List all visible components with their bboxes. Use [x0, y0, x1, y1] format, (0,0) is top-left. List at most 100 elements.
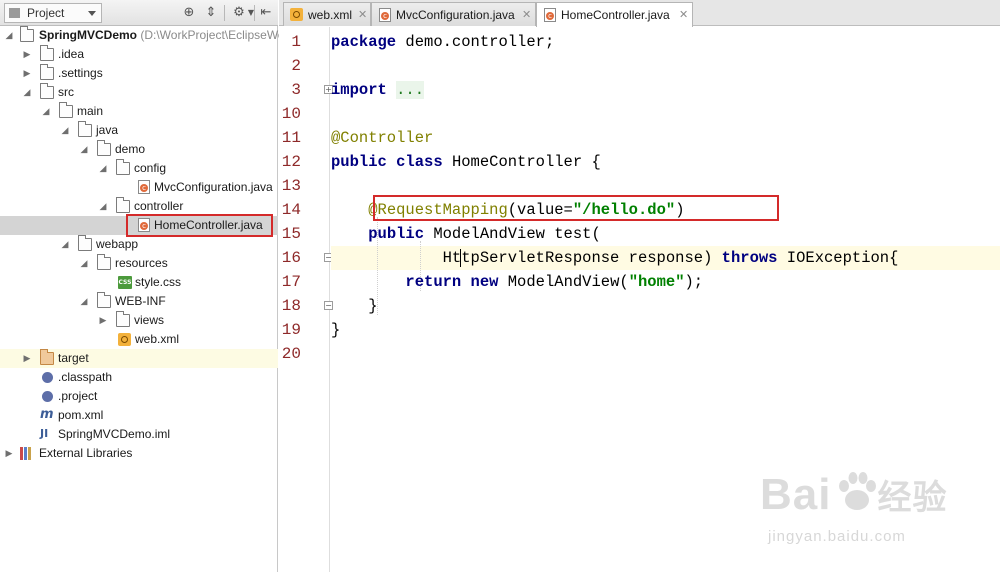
folder-icon [40, 45, 54, 61]
code-line-19: } [331, 321, 341, 339]
chevron-down-icon [88, 11, 96, 16]
tree-item-settings[interactable]: ▶ .settings [0, 64, 278, 83]
tree-item-label: SpringMVCDemo [39, 28, 138, 42]
expand-arrow-icon[interactable]: ◢ [3, 26, 15, 45]
collapse-arrow-icon[interactable]: ▶ [21, 45, 33, 64]
scroll-from-source-icon[interactable]: ⊕ [180, 4, 198, 22]
expand-arrow-icon[interactable]: ◢ [97, 197, 109, 216]
folded-imports[interactable]: ... [396, 81, 425, 99]
tab-homecontroller[interactable]: HomeController.java ✕ [536, 2, 693, 27]
tree-item-label: SpringMVCDemo.iml [58, 427, 171, 441]
tree-item-external-libraries[interactable]: ▶ External Libraries [0, 444, 278, 463]
line-number: 1 [291, 33, 301, 51]
expand-arrow-icon[interactable]: ◢ [78, 292, 90, 311]
expand-arrow-icon[interactable]: ◢ [78, 254, 90, 273]
tree-item-web-inf[interactable]: ◢ WEB-INF [0, 292, 278, 311]
folder-icon [78, 235, 92, 251]
tree-item-label: config [134, 161, 167, 175]
toolbar-divider [224, 5, 225, 21]
collapse-arrow-icon[interactable]: ▶ [21, 64, 33, 83]
tree-item-web-xml[interactable]: web.xml [0, 330, 278, 349]
tab-mvcconfiguration[interactable]: MvcConfiguration.java ✕ [371, 2, 536, 26]
line-number: 18 [281, 297, 301, 315]
java-class-icon [138, 180, 150, 194]
tree-item-style-css[interactable]: CSS style.css [0, 273, 278, 292]
tree-item-resources[interactable]: ◢ resources [0, 254, 278, 273]
expand-arrow-icon[interactable]: ◢ [21, 83, 33, 102]
line-number: 2 [291, 57, 301, 75]
library-icon [20, 447, 34, 460]
tree-item-label: demo [115, 142, 146, 156]
code-line-11: @Controller [331, 129, 434, 147]
tab-label: HomeController.java [561, 8, 670, 22]
tree-item-main[interactable]: ◢ main [0, 102, 278, 121]
package-icon [116, 197, 130, 213]
line-number: 16 [281, 249, 301, 267]
close-icon[interactable]: ✕ [679, 4, 688, 26]
css-file-icon: CSS [118, 276, 132, 289]
tree-item-iml[interactable]: JI SpringMVCDemo.iml [0, 425, 278, 444]
collapse-all-icon[interactable]: ⇕ [202, 4, 220, 22]
tree-item-label: pom.xml [58, 408, 104, 422]
watermark-url: jingyan.baidu.com [768, 528, 906, 545]
line-number: 19 [281, 321, 301, 339]
watermark-text-cn: 经验 [877, 479, 948, 517]
collapse-arrow-icon[interactable]: ▶ [97, 311, 109, 330]
line-number: 11 [281, 129, 301, 147]
hide-panel-icon[interactable]: ⇤ [257, 4, 275, 22]
code-line-12: public class HomeController { [331, 153, 601, 171]
tree-item-mvcconfiguration[interactable]: MvcConfiguration.java [0, 178, 278, 197]
intellij-module-icon: JI [40, 427, 49, 440]
project-toolbar: Project ⊕ ⇕ ⚙ ▼ ⇤ [0, 0, 278, 26]
tab-web-xml[interactable]: web.xml ✕ [283, 2, 371, 26]
close-icon[interactable]: ✕ [522, 4, 531, 26]
project-path-hint: (D:\WorkProject\EclipseWork [137, 28, 295, 42]
tree-item-src[interactable]: ◢ src [0, 83, 278, 102]
excluded-folder-icon [40, 349, 54, 365]
tree-item-project-root[interactable]: ◢ SpringMVCDemo (D:\WorkProject\EclipseW… [0, 26, 295, 45]
expand-arrow-icon[interactable]: ◢ [40, 102, 52, 121]
close-icon[interactable]: ✕ [358, 4, 367, 26]
java-class-icon [379, 8, 391, 22]
tree-item-pom-xml[interactable]: m pom.xml [0, 406, 278, 425]
expand-arrow-icon[interactable]: ◢ [78, 140, 90, 159]
baidu-paw-icon [839, 472, 876, 510]
tree-item-project-file[interactable]: .project [0, 387, 278, 406]
tree-item-config[interactable]: ◢ config [0, 159, 278, 178]
folder-icon [97, 254, 111, 270]
expand-arrow-icon[interactable]: ◢ [59, 235, 71, 254]
config-file-icon [42, 372, 53, 383]
tree-item-java[interactable]: ◢ java [0, 121, 278, 140]
line-number-gutter: 1 2 3 10 11 12 13 14 15 16 17 18 19 20 +… [279, 27, 333, 572]
xml-file-icon [118, 333, 131, 346]
project-view-selector[interactable]: Project [4, 3, 102, 23]
tree-item-webapp[interactable]: ◢ webapp [0, 235, 278, 254]
collapse-arrow-icon[interactable]: ▶ [21, 349, 33, 368]
folder-icon [40, 64, 54, 80]
line-number: 14 [281, 201, 301, 219]
expand-arrow-icon[interactable]: ◢ [59, 121, 71, 140]
tree-item-label: External Libraries [39, 446, 133, 460]
tree-item-views[interactable]: ▶ views [0, 311, 278, 330]
expand-arrow-icon[interactable]: ◢ [97, 159, 109, 178]
line-number: 13 [281, 177, 301, 195]
tree-item-label: target [58, 351, 89, 365]
tree-item-label: .settings [58, 66, 103, 80]
module-folder-icon [20, 26, 34, 42]
toolbar-divider [254, 5, 255, 21]
xml-file-icon [290, 8, 303, 21]
tree-item-target[interactable]: ▶ target [0, 349, 278, 368]
tree-item-label: views [134, 313, 165, 327]
tree-item-demo[interactable]: ◢ demo [0, 140, 278, 159]
tree-item-idea[interactable]: ▶ .idea [0, 45, 278, 64]
tree-item-label: main [77, 104, 104, 118]
folder-icon [40, 83, 54, 99]
project-tree: ◢ SpringMVCDemo (D:\WorkProject\EclipseW… [0, 26, 295, 572]
tree-item-classpath[interactable]: .classpath [0, 368, 278, 387]
tree-item-label: style.css [135, 275, 182, 289]
code-line-16: HttpServletResponse response) throws IOE… [442, 249, 899, 267]
collapse-arrow-icon[interactable]: ▶ [3, 444, 15, 463]
source-folder-icon [78, 121, 92, 137]
tree-item-label: webapp [96, 237, 139, 251]
tree-item-label: WEB-INF [115, 294, 166, 308]
